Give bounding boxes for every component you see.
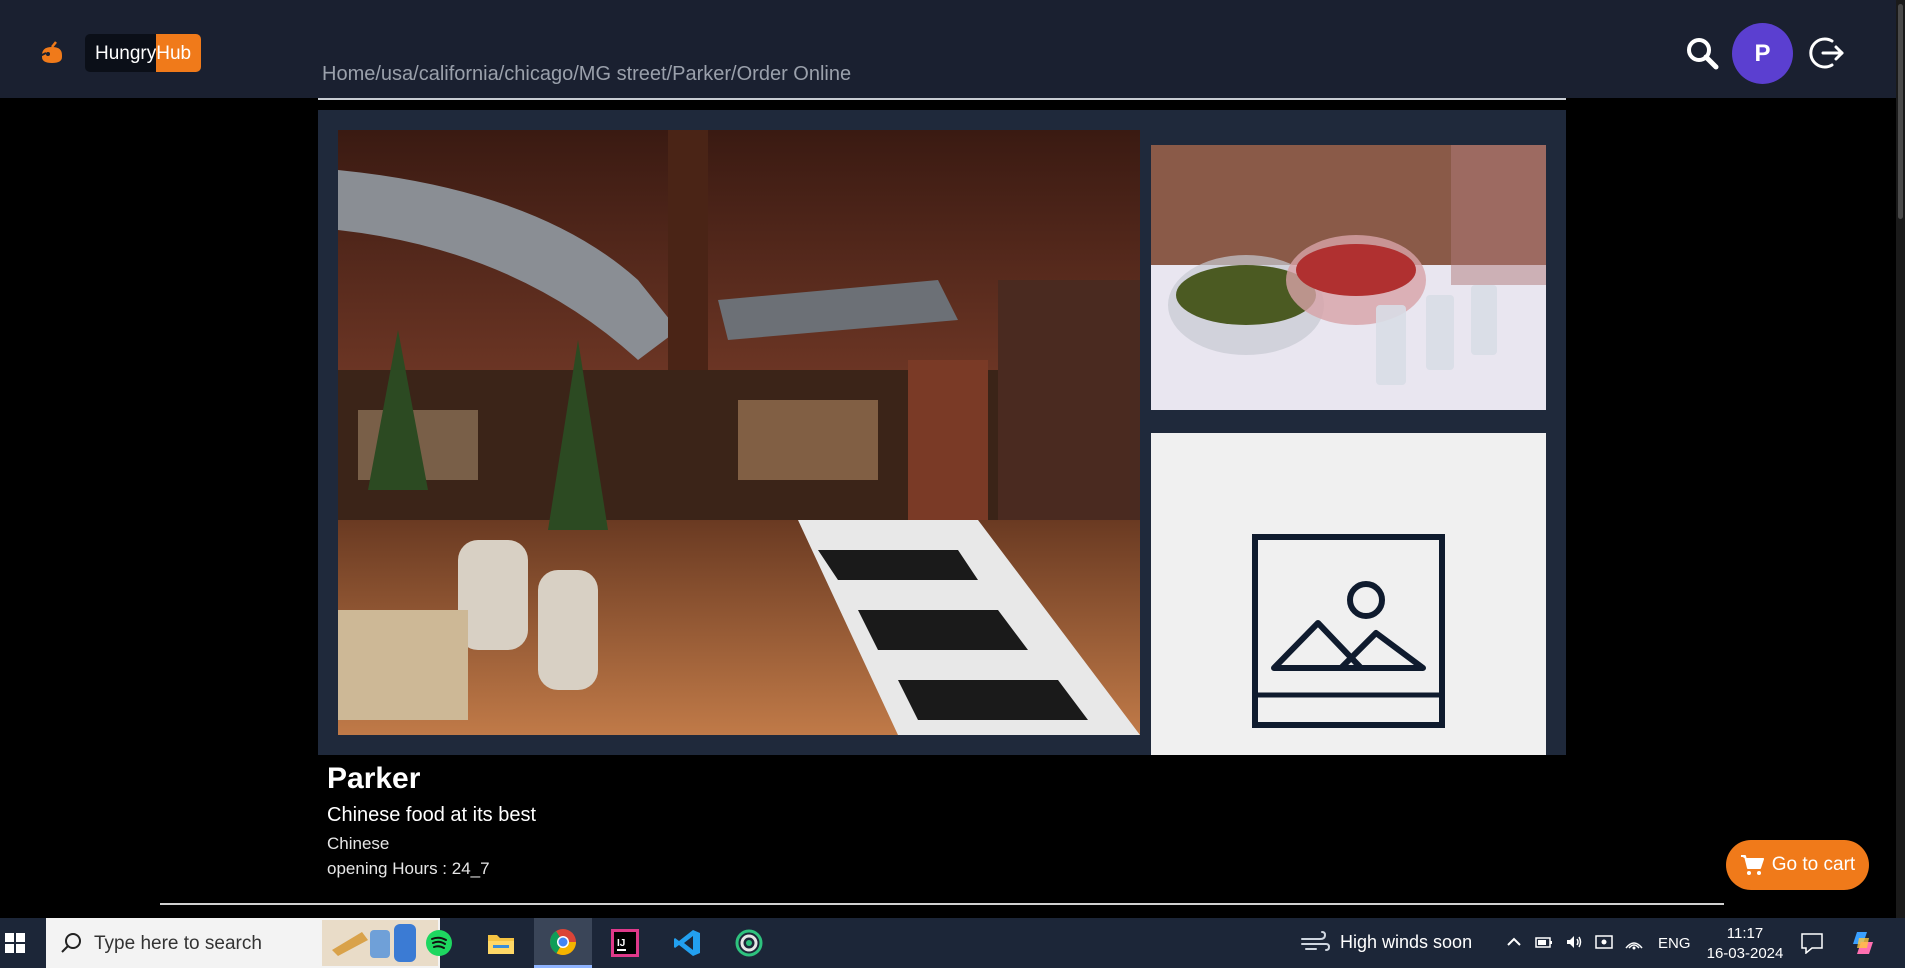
copilot-icon[interactable] [1849,930,1877,956]
taskbar-search-box[interactable]: Type here to search [46,918,440,968]
go-to-cart-label: Go to cart [1771,854,1856,875]
image-placeholder [1151,433,1546,755]
windows-logo-icon [5,933,25,953]
search-icon[interactable] [1685,36,1719,70]
wind-icon [1301,931,1330,951]
battery-icon[interactable] [1534,932,1554,952]
file-explorer-app-icon[interactable] [472,918,530,968]
restaurant-name: Parker [327,762,421,795]
page: Hungry Hub Home/usa/california/chicago/M… [0,0,1905,968]
svg-text:IJ: IJ [617,938,625,949]
cart-icon [1740,855,1764,875]
intellij-app-icon[interactable]: IJ [596,918,654,968]
go-to-cart-button[interactable]: Go to cart [1726,840,1869,890]
ring-app-icon[interactable] [720,918,778,968]
user-avatar[interactable]: P [1732,23,1793,84]
brand-name-part2: Hub [156,34,202,72]
image-placeholder-icon [1252,534,1445,728]
brand-logo[interactable]: Hungry Hub [85,34,202,72]
breadcrumb[interactable]: Home/usa/california/chicago/MG street/Pa… [322,63,851,86]
appetizers-photo[interactable] [1151,145,1546,410]
start-button[interactable] [0,918,30,968]
restaurant-gallery [318,110,1566,755]
restaurant-interior-photo[interactable] [338,130,1140,735]
vs-code-app-icon[interactable] [658,918,716,968]
windows-taskbar: Type here to search IJ High winds soon E… [0,918,1905,968]
notifications-icon[interactable] [1800,932,1824,954]
clock-time: 11:17 [1726,925,1764,942]
restaurant-tagline: Chinese food at its best [327,804,537,826]
brand-name-part1: Hungry [85,34,157,72]
chrome-app-icon[interactable] [534,918,592,968]
chevron-up-icon[interactable] [1504,932,1524,952]
restaurant-cuisine: Chinese [327,834,390,853]
meet-now-icon[interactable] [1594,932,1614,952]
weather-text: High winds soon [1340,931,1473,952]
logo-icon[interactable] [38,41,66,67]
logout-icon[interactable] [1808,34,1846,72]
taskbar-search-placeholder: Type here to search [94,933,262,954]
search-icon [61,933,81,953]
language-indicator[interactable]: ENG [1658,935,1691,952]
scrollbar-thumb[interactable] [1898,4,1903,219]
spotify-app-icon[interactable] [410,918,468,968]
app-header: Hungry Hub Home/usa/california/chicago/M… [0,0,1905,98]
system-tray [1504,932,1644,952]
volume-icon[interactable] [1564,932,1584,952]
wifi-icon[interactable] [1624,932,1644,952]
header-divider [318,98,1566,100]
clock-date: 16-03-2024 [1706,945,1784,962]
restaurant-hours: opening Hours : 24_7 [327,859,490,878]
content-divider [160,903,1724,905]
taskbar-clock[interactable]: 11:17 16-03-2024 [1700,924,1790,964]
weather-widget[interactable]: High winds soon [1300,931,1472,953]
